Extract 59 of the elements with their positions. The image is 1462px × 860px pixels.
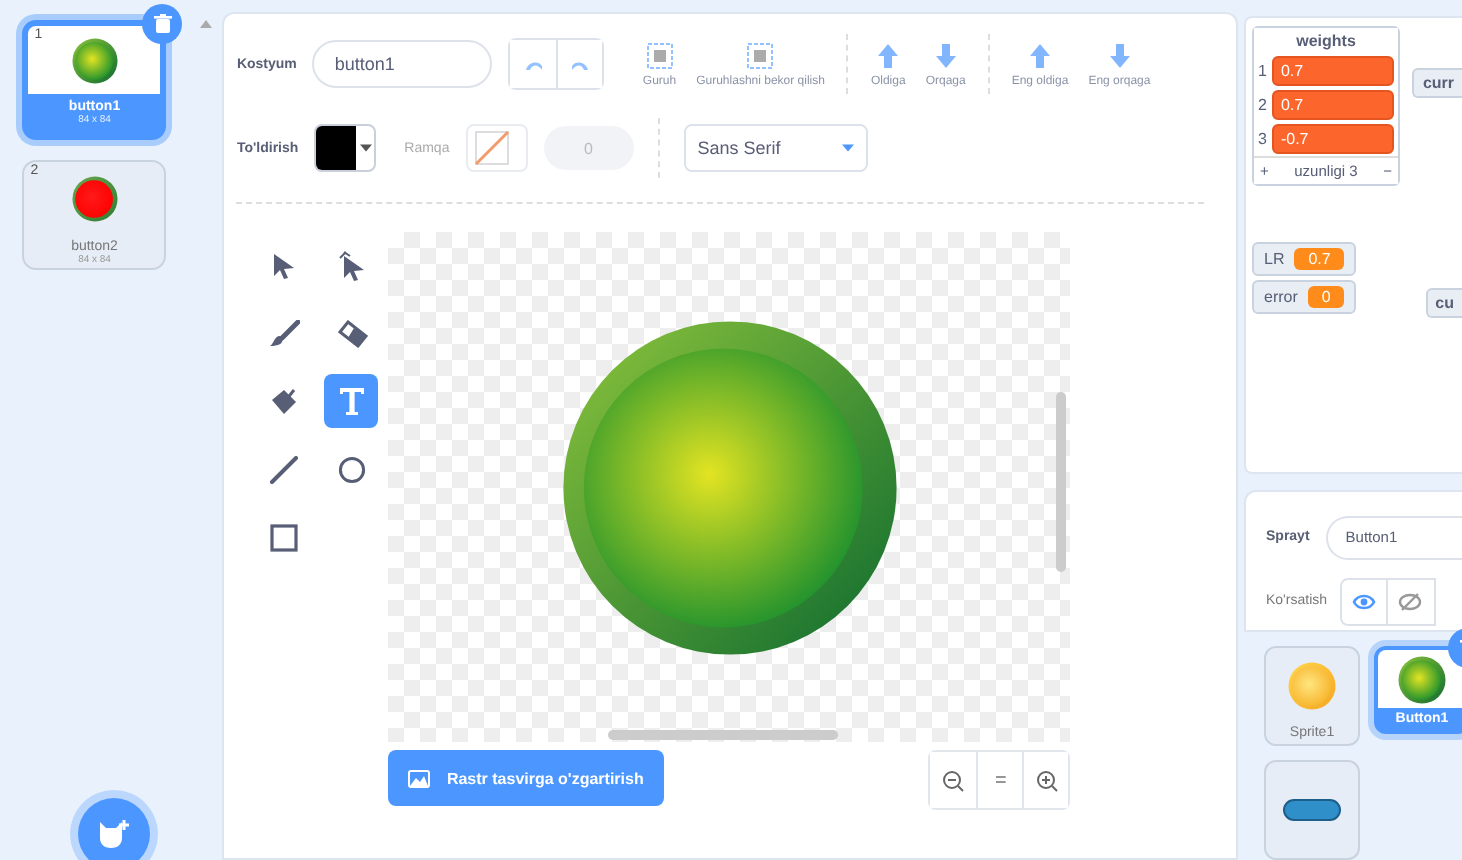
group-icon [645,41,674,69]
line-icon [269,455,298,483]
hide-button[interactable] [1387,577,1436,626]
variable-value: 0 [1307,286,1345,308]
up-arrow-icon [874,41,903,69]
ball-thumbnail-icon [71,37,118,83]
list-index: 1 [1258,62,1267,80]
variable-monitor: curr [1412,68,1462,98]
zoom-in-icon [1035,769,1058,791]
ball-thumbnail-icon [1398,655,1446,703]
paint-bucket-icon [267,386,300,416]
arrow-cursor-icon [271,251,296,279]
outline-color-picker[interactable] [465,124,528,172]
eye-slash-icon [1398,591,1423,612]
variable-monitor: cu [1425,288,1462,318]
list-value: 0.7 [1272,56,1394,86]
text-tool-icon [337,386,366,416]
fill-color-picker[interactable] [314,124,377,172]
variable-name: LR [1264,250,1285,268]
cat-plus-icon [96,818,132,850]
list-index: 2 [1258,96,1267,114]
ball-thumbnail-icon [71,175,118,221]
zoom-in-button[interactable] [1022,752,1069,808]
redo-icon [570,57,591,71]
variable-name: error [1264,288,1298,306]
eraser-icon [335,319,368,347]
ball-thumbnail-icon [1288,661,1336,709]
list-value: 0.7 [1272,90,1394,120]
horizontal-scrollbar[interactable] [608,730,839,740]
caret-icon [841,144,854,152]
ungroup-icon [746,41,775,69]
circle-icon [337,455,366,483]
list-index: 3 [1258,130,1267,148]
caret-icon [359,144,372,152]
vertical-scrollbar[interactable] [1056,392,1067,572]
sprite-tile[interactable] [1264,760,1360,860]
add-costume-button[interactable] [78,798,150,860]
rectangle-icon [269,523,298,551]
eye-icon [1351,593,1376,610]
trash-icon [153,14,172,34]
undo-icon [523,57,544,71]
convert-to-bitmap-button[interactable]: Rastr tasvirga o'zgartirish [388,750,664,806]
delete-button[interactable] [142,4,183,44]
list-title: weights [1254,28,1398,54]
paint-tool-button[interactable] [324,374,379,428]
font-dropdown[interactable]: Sans Serif [683,124,868,172]
up-arrow-icon [1026,41,1054,69]
variable-value: 0.7 [1294,248,1345,270]
pill-thumbnail-icon [1282,798,1342,822]
image-icon [408,769,431,787]
costume-name-field[interactable]: button1 [312,40,493,88]
down-arrow-icon [1105,41,1134,69]
brush-icon [267,319,300,347]
list-value: -0.7 [1272,124,1394,154]
no-color-icon [473,130,510,166]
show-button[interactable] [1339,577,1388,626]
down-arrow-icon [931,41,960,69]
zoom-out-icon [942,769,965,791]
reshape-cursor-icon [337,249,366,281]
